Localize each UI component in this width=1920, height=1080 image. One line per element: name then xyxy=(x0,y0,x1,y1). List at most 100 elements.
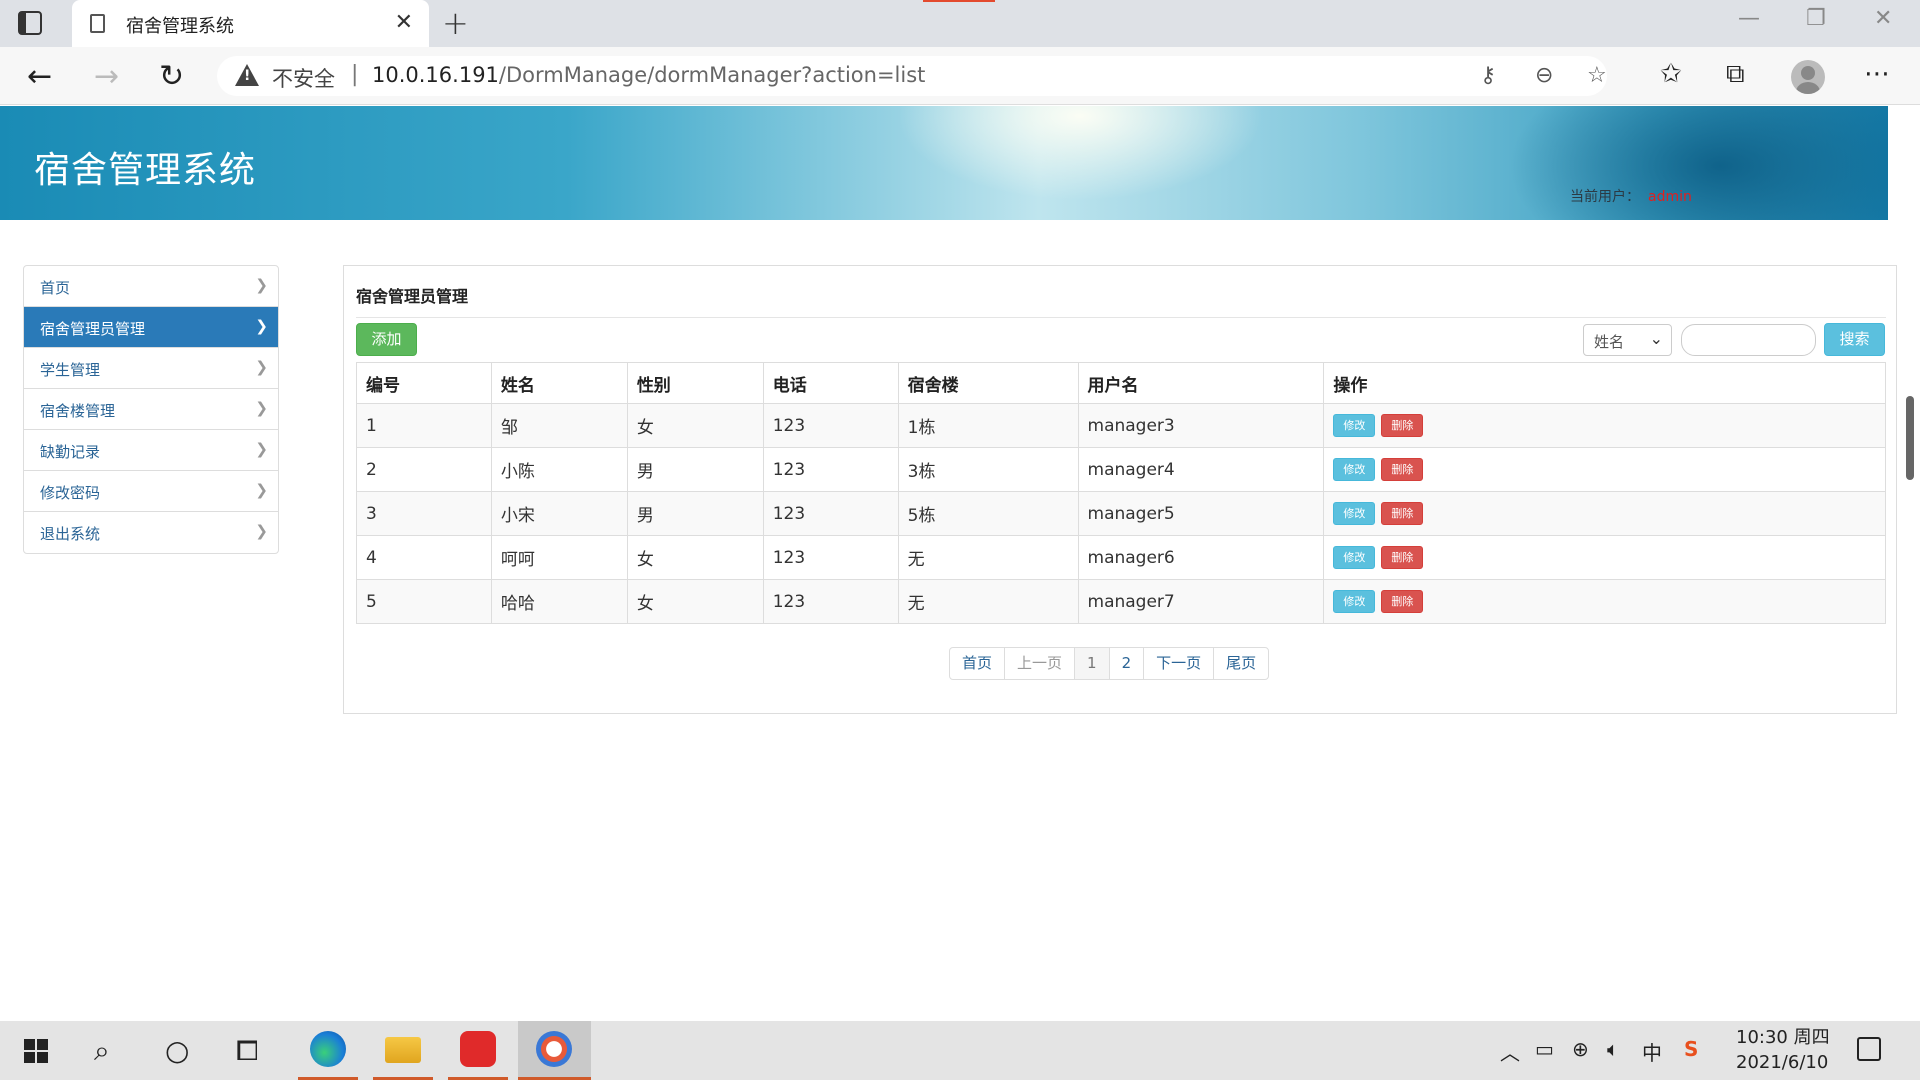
scrollbar-thumb[interactable] xyxy=(1906,396,1914,480)
taskbar-snipping-tool[interactable] xyxy=(518,1021,591,1080)
sidebar-item-students[interactable]: 学生管理 ❯ xyxy=(24,348,278,389)
music-app-icon xyxy=(460,1031,496,1067)
sidebar-item-label: 首页 xyxy=(40,279,71,297)
delete-button[interactable]: 删除 xyxy=(1381,590,1424,613)
cell-building: 3栋 xyxy=(897,447,1079,492)
cell-gender: 女 xyxy=(626,535,764,580)
search-icon[interactable]: ⌕ xyxy=(94,1034,110,1068)
sidebar-item-dorm-manager[interactable]: 宿舍管理员管理 ❯ xyxy=(24,307,278,348)
taskbar-netease-music[interactable] xyxy=(448,1021,508,1080)
address-toolbar: ← → ↻ 不安全 | 10.0.16.191/DormManage/dormM… xyxy=(0,47,1920,105)
cell-building: 1栋 xyxy=(897,403,1079,448)
cell-name: 邹 xyxy=(490,403,628,448)
security-status[interactable]: 不安全 xyxy=(272,63,335,93)
table-row: 3 小宋 男 123 5栋 manager5 修改 删除 xyxy=(356,491,1886,536)
minimize-icon[interactable]: — xyxy=(1738,6,1760,31)
page-last-link[interactable]: 尾页 xyxy=(1213,647,1270,680)
edit-button[interactable]: 修改 xyxy=(1333,502,1376,525)
edit-button[interactable]: 修改 xyxy=(1333,414,1376,437)
cell-actions: 修改 删除 xyxy=(1323,579,1886,624)
collections-icon[interactable]: ⧉ xyxy=(1726,59,1745,90)
url-host: 10.0.16.191 xyxy=(372,63,499,87)
edit-button[interactable]: 修改 xyxy=(1333,458,1376,481)
cell-username: manager3 xyxy=(1077,403,1325,448)
tab-actions-icon[interactable] xyxy=(18,11,42,35)
task-view-icon[interactable]: ⧠ xyxy=(236,1034,258,1068)
sogou-input-icon[interactable]: S xyxy=(1684,1037,1698,1061)
tab-close-icon[interactable]: ✕ xyxy=(395,10,413,35)
cortana-icon[interactable]: ○ xyxy=(165,1034,189,1067)
sidebar-item-password[interactable]: 修改密码 ❯ xyxy=(24,471,278,512)
zoom-out-icon[interactable]: ⊖ xyxy=(1535,63,1553,88)
cell-id: 2 xyxy=(356,447,492,492)
chevron-right-icon: ❯ xyxy=(255,399,268,417)
current-user-label: 当前用户： xyxy=(1570,189,1640,205)
browser-tab-bar: 宿舍管理系统 ✕ + — ❐ ✕ xyxy=(0,0,1920,47)
table-header-row: 编号 姓名 性别 电话 宿舍楼 用户名 操作 xyxy=(356,362,1886,404)
delete-button[interactable]: 删除 xyxy=(1381,502,1424,525)
delete-button[interactable]: 删除 xyxy=(1381,546,1424,569)
cell-phone: 123 xyxy=(762,447,899,492)
column-header-gender: 性别 xyxy=(626,362,764,404)
restore-icon[interactable]: ❐ xyxy=(1806,6,1826,31)
chevron-right-icon: ❯ xyxy=(255,481,268,499)
network-icon[interactable]: ⊕ xyxy=(1572,1037,1589,1061)
cell-gender: 男 xyxy=(626,491,764,536)
sidebar-item-home[interactable]: 首页 ❯ xyxy=(24,266,278,307)
edit-button[interactable]: 修改 xyxy=(1333,590,1376,613)
battery-icon[interactable]: ▭ xyxy=(1535,1037,1554,1061)
url-path: /DormManage/dormManager?action=list xyxy=(498,63,926,87)
chevron-right-icon: ❯ xyxy=(255,522,268,540)
sidebar-nav: 首页 ❯ 宿舍管理员管理 ❯ 学生管理 ❯ 宿舍楼管理 ❯ 缺勤记录 ❯ 修改密… xyxy=(23,265,279,554)
search-input[interactable] xyxy=(1681,324,1816,356)
sidebar-item-absence[interactable]: 缺勤记录 ❯ xyxy=(24,430,278,471)
page-first-link[interactable]: 首页 xyxy=(949,647,1006,680)
column-header-username: 用户名 xyxy=(1077,362,1325,404)
back-icon[interactable]: ← xyxy=(27,59,52,94)
page-2-link[interactable]: 2 xyxy=(1108,647,1145,680)
add-favorite-icon[interactable]: ☆ xyxy=(1587,63,1607,88)
folder-icon xyxy=(385,1037,421,1063)
column-header-name: 姓名 xyxy=(490,362,628,404)
volume-icon[interactable]: 🔈︎ xyxy=(1607,1037,1619,1061)
url-text[interactable]: 10.0.16.191/DormManage/dormManager?actio… xyxy=(372,63,925,87)
key-icon[interactable]: ⚷ xyxy=(1480,63,1496,88)
search-field-select[interactable]: 姓名 ⌄ xyxy=(1583,324,1672,356)
window-close-icon[interactable]: ✕ xyxy=(1874,6,1892,31)
cell-actions: 修改 删除 xyxy=(1323,403,1886,448)
page-next-link[interactable]: 下一页 xyxy=(1143,647,1215,680)
favorites-icon[interactable]: ✩ xyxy=(1660,59,1682,89)
taskbar-file-explorer[interactable] xyxy=(373,1021,433,1080)
delete-button[interactable]: 删除 xyxy=(1381,458,1424,481)
chevron-right-icon: ❯ xyxy=(255,317,268,335)
cell-actions: 修改 删除 xyxy=(1323,491,1886,536)
cell-username: manager5 xyxy=(1077,491,1325,536)
profile-avatar[interactable] xyxy=(1791,60,1825,94)
more-menu-icon[interactable]: ⋯ xyxy=(1864,59,1890,89)
taskbar-edge[interactable] xyxy=(298,1021,358,1080)
edge-icon xyxy=(310,1031,346,1067)
ime-indicator[interactable]: 中 xyxy=(1642,1037,1662,1066)
start-button[interactable] xyxy=(0,1021,60,1080)
cell-username: manager4 xyxy=(1077,447,1325,492)
reload-icon[interactable]: ↻ xyxy=(159,59,184,94)
system-clock[interactable]: 10:30 周四 2021/6/10 xyxy=(1736,1025,1830,1075)
browser-tab[interactable]: 宿舍管理系统 ✕ xyxy=(72,0,429,47)
current-user-name: admin xyxy=(1648,189,1692,205)
show-hidden-icons-icon[interactable]: ︿ xyxy=(1500,1037,1520,1066)
add-button[interactable]: 添加 xyxy=(356,323,417,356)
column-header-phone: 电话 xyxy=(762,362,899,404)
sidebar-item-buildings[interactable]: 宿舍楼管理 ❯ xyxy=(24,389,278,430)
clock-time: 10:30 周四 xyxy=(1736,1027,1830,1048)
address-bar[interactable]: 不安全 | 10.0.16.191/DormManage/dormManager… xyxy=(217,56,1607,96)
new-tab-button[interactable]: + xyxy=(442,4,469,42)
notification-icon[interactable] xyxy=(1857,1037,1881,1061)
sidebar-item-logout[interactable]: 退出系统 ❯ xyxy=(24,512,278,553)
table-row: 2 小陈 男 123 3栋 manager4 修改 删除 xyxy=(356,447,1886,492)
edit-button[interactable]: 修改 xyxy=(1333,546,1376,569)
table-row: 1 邹 女 123 1栋 manager3 修改 删除 xyxy=(356,403,1886,448)
title-divider xyxy=(356,317,1886,318)
warning-icon[interactable] xyxy=(235,64,259,86)
delete-button[interactable]: 删除 xyxy=(1381,414,1424,437)
search-button[interactable]: 搜索 xyxy=(1824,323,1885,356)
